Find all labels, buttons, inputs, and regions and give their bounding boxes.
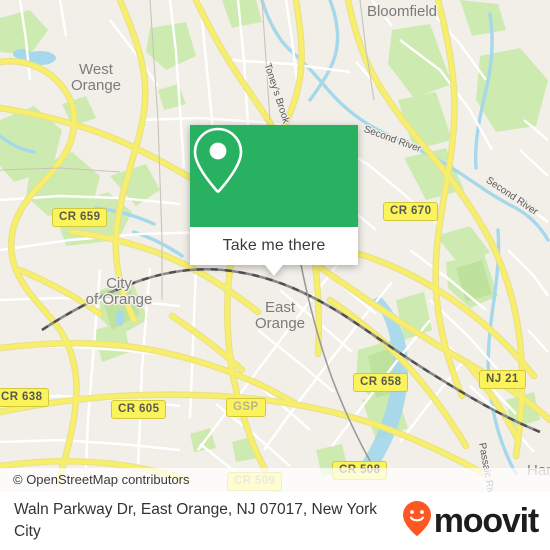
shield-nj-21[interactable]: NJ 21 [479, 370, 526, 389]
shield-cr-659[interactable]: CR 659 [52, 208, 108, 227]
callout-header [190, 125, 358, 227]
shield-cr-638[interactable]: CR 638 [0, 388, 50, 407]
footer-bar: Waln Parkway Dr, East Orange, NJ 07017, … [0, 492, 550, 550]
take-me-there-label: Take me there [222, 237, 326, 254]
map-canvas[interactable]: Bloomfield West Orange City of Orange East… [0, 0, 550, 492]
take-me-there-button[interactable]: Take me there [190, 227, 358, 276]
shield-cr-658[interactable]: CR 658 [353, 373, 409, 392]
address-text: Waln Parkway Dr, East Orange, NJ 07017, … [14, 501, 377, 540]
map-attribution[interactable]: © OpenStreetMap contributors [0, 468, 550, 492]
shield-gsp[interactable]: GSP [226, 398, 266, 417]
callout-pointer [265, 265, 283, 276]
location-callout[interactable]: Take me there [190, 125, 358, 276]
shield-cr-605[interactable]: CR 605 [111, 400, 167, 419]
shield-cr-670[interactable]: CR 670 [383, 202, 439, 221]
moovit-map-screen: Bloomfield West Orange City of Orange East… [0, 0, 550, 550]
moovit-wordmark: moovit [433, 502, 539, 540]
moovit-logo[interactable]: moovit [402, 500, 539, 543]
moovit-smiley-pin-icon [402, 500, 432, 543]
